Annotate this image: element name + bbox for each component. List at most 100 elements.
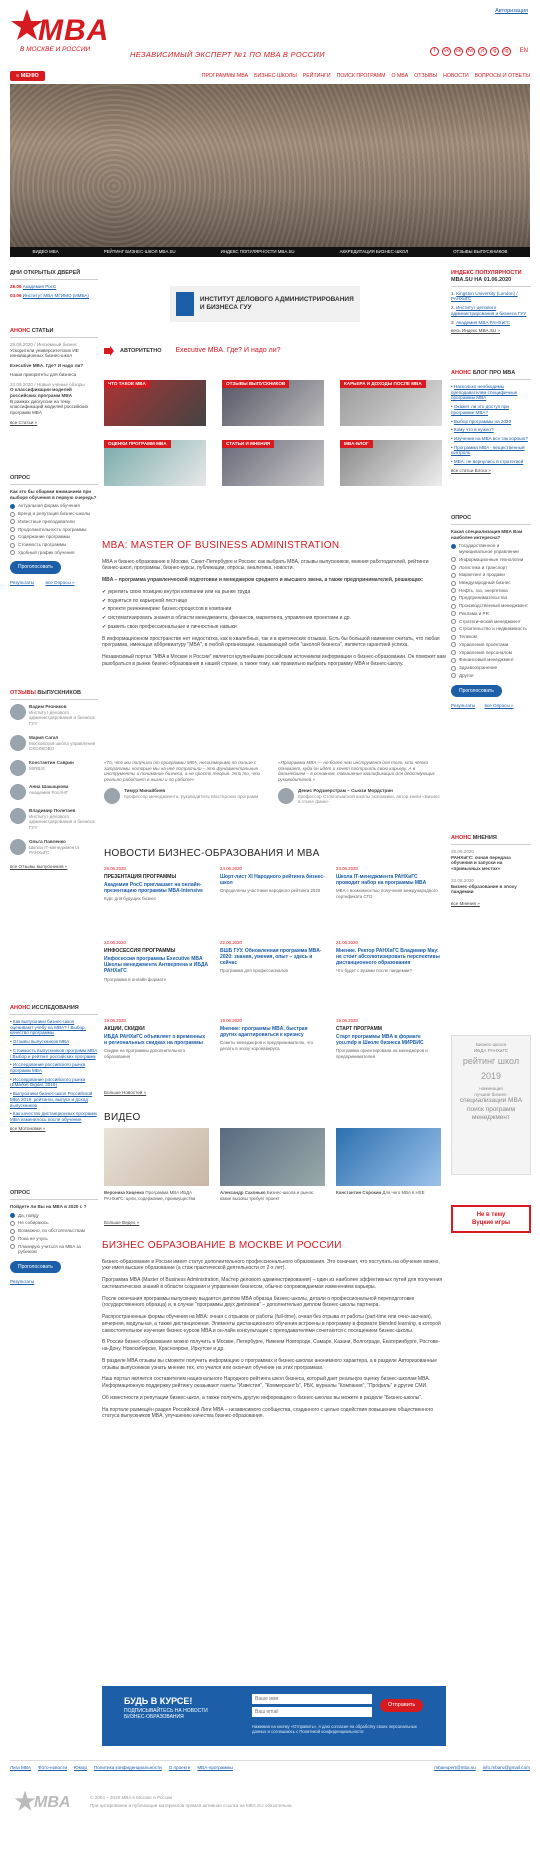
alumni-item[interactable]: Константин Саврин MIRBIS bbox=[10, 760, 98, 777]
nav-link[interactable]: ОТЗЫВЫ bbox=[414, 73, 437, 80]
news-item[interactable]: 23.06.2020 Школа IT-менеджмента РАНХиГС п… bbox=[336, 866, 441, 899]
video-thumb[interactable] bbox=[220, 1128, 325, 1186]
poll-option[interactable]: Пока не учусь bbox=[10, 1236, 98, 1242]
footer-link[interactable]: MBA-программы bbox=[197, 1765, 233, 1771]
index-link[interactable]: Академия MBA РАНХиГС bbox=[456, 320, 510, 325]
poll-results-link[interactable]: Результаты bbox=[451, 703, 475, 708]
footer-link[interactable]: Фото-новости bbox=[38, 1765, 67, 1771]
promo-box[interactable]: Не в тему Вуцкие игры bbox=[451, 1205, 531, 1233]
poll-option[interactable]: Стоимость программы bbox=[10, 542, 98, 548]
opinion-link[interactable]: РАНХиГС: очная передача обучения и запус… bbox=[451, 855, 531, 872]
tile-program-ratings[interactable]: ОЦЕНКИ ПРОГРАММ MBA bbox=[104, 440, 206, 486]
footer-link[interactable]: О проекте bbox=[169, 1765, 191, 1771]
all-articles-link[interactable]: все Статьи » bbox=[10, 420, 98, 426]
nav-link[interactable]: РЕЙТИНГИ bbox=[303, 73, 331, 80]
poll-option[interactable]: Актуальная форма обучения bbox=[10, 503, 98, 509]
all-alumni-link[interactable]: все Отзывы выпускников » bbox=[10, 864, 67, 869]
poll-option[interactable]: Планирую учиться на MBA за рубежом bbox=[10, 1244, 98, 1255]
poll-option[interactable]: Содержание программы bbox=[10, 534, 98, 540]
news-item[interactable]: 22.06.2020 ИНФОСЕССИЯ ПРОГРАММЫ Инфосессия… bbox=[104, 940, 209, 982]
nav-link[interactable]: ПОИСК ПРОГРАММ bbox=[337, 73, 386, 80]
research-link[interactable]: Отзывы выпускников MBA bbox=[13, 1039, 69, 1044]
consent-text[interactable]: Нажимая на кнопку «Отправить», я даю сог… bbox=[252, 1724, 432, 1735]
poll-option[interactable]: Производственный менеджмент bbox=[451, 603, 531, 609]
news-item[interactable]: 21.06.2020 Мнение. Ректор РАНХиГС Владими… bbox=[336, 940, 441, 974]
poll-option[interactable]: Нефть, газ, энергетика bbox=[451, 588, 531, 594]
alumni-item[interactable]: Мария Сагал Московская школа управления С… bbox=[10, 734, 98, 752]
blog-link[interactable]: Окажет ли это доступ при программе MBA? bbox=[451, 404, 509, 415]
blog-link[interactable]: Изучение на MBA все так хорошо? bbox=[454, 436, 528, 441]
instagram-icon[interactable]: ig bbox=[490, 47, 499, 56]
poll-option[interactable]: Удобный график обучения bbox=[10, 550, 98, 556]
youtube-icon[interactable]: yt bbox=[478, 47, 487, 56]
tile-career[interactable]: КАРЬЕРА И ДОХОДЫ ПОСЛЕ MBA bbox=[340, 380, 442, 426]
hero-tab[interactable]: АККРЕДИТАЦИЯ БИЗНЕС-ШКОЛ bbox=[340, 249, 409, 255]
promo-banner[interactable]: ИНСТИТУТ ДЕЛОВОГО АДМИНИСТРИРОВАНИЯ И БИ… bbox=[170, 286, 360, 322]
blog-link[interactable]: Выбор программы на 2020 bbox=[454, 419, 511, 424]
poll-option[interactable]: Продолжительность программы bbox=[10, 527, 98, 533]
blog-link[interactable]: Кому что в нужно? bbox=[454, 427, 494, 432]
open-day-link[interactable]: Институт МБА МГИМО (ИМБА) bbox=[23, 293, 89, 298]
tile-what-is-mba[interactable]: ЧТО ТАКОЕ MBA bbox=[104, 380, 206, 426]
blog-link[interactable]: Программа MBA - вещественный контроль bbox=[451, 445, 525, 456]
rating-banner[interactable]: Бизнес-школа ИБДА РАНХиГС рейтинг школ 2… bbox=[451, 1035, 531, 1175]
footer-star-logo-icon[interactable] bbox=[14, 1790, 36, 1812]
poll-option[interactable]: Логистика и транспорт bbox=[451, 565, 531, 571]
nav-link[interactable]: ВОПРОСЫ И ОТВЕТЫ bbox=[475, 73, 530, 80]
blog-link[interactable]: Насколько необходимы преподавателям спец… bbox=[451, 384, 517, 400]
facebook-icon[interactable]: f bbox=[430, 47, 439, 56]
language-switch[interactable]: EN bbox=[520, 48, 528, 56]
alumni-item[interactable]: Анна Шашацкова Академия РосАНГ bbox=[10, 784, 98, 801]
odnoklassniki-icon[interactable]: ok bbox=[454, 47, 463, 56]
all-blog-link[interactable]: все статьи Блога » bbox=[451, 468, 491, 473]
poll-option[interactable]: Здравоохранение bbox=[451, 665, 531, 671]
opinion-link[interactable]: Бизнес-образование в эпоху пандемии bbox=[451, 884, 531, 895]
poll-results-link[interactable]: Результаты bbox=[10, 1279, 34, 1284]
nav-link[interactable]: БИЗНЕС-ШКОЛЫ bbox=[254, 73, 297, 80]
login-link[interactable]: Авторизация bbox=[495, 8, 528, 15]
submit-button[interactable]: Отправить bbox=[380, 1699, 424, 1712]
alumni-item[interactable]: Вадим Резников Институт делового админист… bbox=[10, 703, 98, 727]
index-link[interactable]: Институт делового администрирования и би… bbox=[451, 305, 526, 316]
poll-results-link[interactable]: Результаты bbox=[10, 580, 34, 585]
vote-button[interactable]: Проголосовать bbox=[451, 684, 502, 697]
nav-link[interactable]: ПРОГРАММЫ MBA bbox=[202, 73, 248, 80]
email-input[interactable] bbox=[252, 1707, 372, 1717]
hero-tab[interactable]: ВИДЕО MBA bbox=[33, 249, 59, 255]
open-day-link[interactable]: Академия РосС bbox=[23, 284, 56, 289]
tile-blog[interactable]: MBA-БЛОГ bbox=[340, 440, 442, 486]
hero-tab[interactable]: ОТЗЫВЫ ВЫПУСКНИКОВ bbox=[453, 249, 507, 255]
blog-link[interactable]: MBA: не вернулись в стратегией bbox=[454, 459, 523, 464]
poll-option[interactable]: Международный бизнес bbox=[451, 580, 531, 586]
alumni-item[interactable]: Ольга Павленко Школа IT-менеджмента РАНХи… bbox=[10, 838, 98, 856]
poll-option[interactable]: Другое bbox=[451, 673, 531, 679]
research-link[interactable]: Как качество дистанционных программ MBA … bbox=[10, 1111, 97, 1122]
more-news-link[interactable]: Больше Новостей » bbox=[104, 1090, 146, 1096]
poll-option[interactable]: Финансовый менеджмент bbox=[451, 657, 531, 663]
poll-option[interactable]: Строительство и недвижимость bbox=[451, 626, 531, 632]
footer-link[interactable]: Политика конфиденциальности bbox=[94, 1765, 162, 1771]
full-index-link[interactable]: весь Индекс MBA.SU » bbox=[451, 328, 500, 333]
all-polls-link[interactable]: все Опросы » bbox=[484, 703, 513, 708]
poll-option[interactable]: Реклама и PR bbox=[451, 611, 531, 617]
all-research-link[interactable]: все Мотоновки » bbox=[10, 1126, 45, 1131]
news-item[interactable]: 19.06.2020 АКЦИИ, СКИДКИ ИБДА РАНХиГС объя… bbox=[104, 1018, 209, 1059]
news-item[interactable]: 24.06.2020 Шорт-лист XI Народного рейтинг… bbox=[220, 866, 325, 894]
poll-option[interactable]: Управление проектами bbox=[451, 642, 531, 648]
poll-option[interactable]: Государственное и муниципальное управлен… bbox=[451, 543, 531, 554]
poll-option[interactable]: Управление персоналом bbox=[451, 650, 531, 656]
index-link[interactable]: Kingston University (London) / РАНХиГС bbox=[451, 291, 518, 302]
news-item[interactable]: 19.06.2020 Мнение: программы MBA, быстрая… bbox=[220, 1018, 325, 1051]
article-title-link[interactable]: Executive MBA. Где? И надо ли? bbox=[10, 363, 98, 369]
vote-button[interactable]: Проголосовать bbox=[10, 561, 61, 574]
research-link[interactable]: Выпускники бизнес-школ Российской MBA 20… bbox=[10, 1091, 92, 1107]
vote-button[interactable]: Проголосовать bbox=[10, 1261, 61, 1274]
poll-option[interactable]: Предпринимательство bbox=[451, 595, 531, 601]
telegram-icon[interactable]: tg bbox=[502, 47, 511, 56]
news-item[interactable]: 22.06.2020 ВШБ ГУУ. Обновленная программа… bbox=[220, 940, 325, 974]
name-input[interactable] bbox=[252, 1694, 372, 1704]
all-opinions-link[interactable]: все Мнения » bbox=[451, 901, 480, 906]
research-link[interactable]: Стоимость выпускников программ MBA / Выб… bbox=[10, 1048, 97, 1059]
twitter-icon[interactable]: tw bbox=[466, 47, 475, 56]
more-video-link[interactable]: Больше Видео » bbox=[104, 1220, 139, 1226]
